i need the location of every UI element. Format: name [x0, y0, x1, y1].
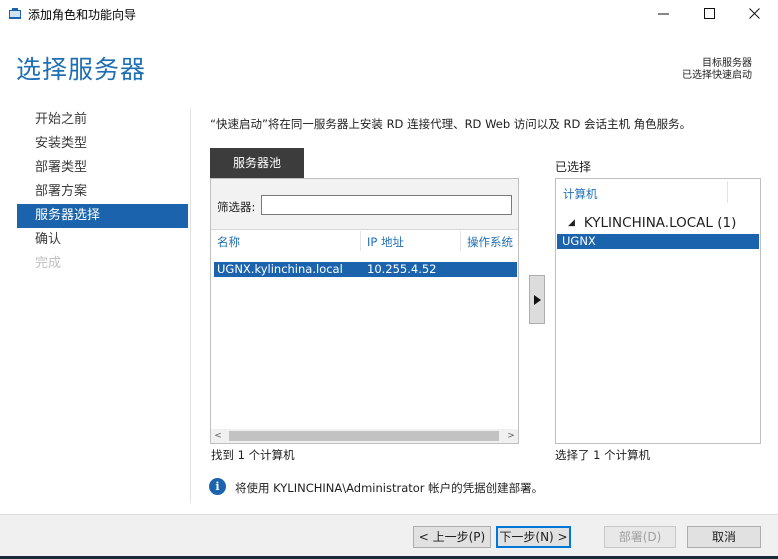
- scroll-left-icon[interactable]: <: [211, 429, 225, 443]
- column-header-computer[interactable]: 计算机: [563, 186, 598, 202]
- group-header[interactable]: ◢ KYLINCHINA.LOCAL (1): [568, 215, 736, 231]
- maximize-button[interactable]: [687, 0, 733, 28]
- cell-server-name: UGNX.kylinchina.local: [217, 262, 343, 276]
- wizard-nav: 开始之前 安装类型 部署类型 部署方案 服务器选择 确认 完成: [17, 108, 188, 276]
- scrollbar-thumb[interactable]: [229, 431, 499, 441]
- table-row[interactable]: UGNX.kylinchina.local 10.255.4.52: [214, 262, 517, 277]
- column-header-name[interactable]: 名称: [217, 234, 240, 250]
- nav-item-installation-type[interactable]: 安装类型: [17, 132, 188, 156]
- server-manager-icon: [9, 8, 21, 19]
- list-item[interactable]: UGNX: [557, 234, 759, 249]
- page-title: 选择服务器: [16, 55, 147, 84]
- column-divider[interactable]: [460, 231, 461, 251]
- filter-label: 筛选器:: [217, 200, 256, 214]
- play-right-icon: [534, 295, 541, 305]
- collapse-triangle-icon[interactable]: ◢: [568, 218, 575, 228]
- add-server-button[interactable]: [529, 275, 545, 324]
- tab-server-pool[interactable]: 服务器池: [210, 148, 304, 178]
- close-button[interactable]: [732, 0, 778, 28]
- page-description: “快速启动”将在同一服务器上安装 RD 连接代理、RD Web 访问以及 RD …: [210, 117, 692, 131]
- column-divider[interactable]: [360, 231, 361, 251]
- nav-item-deployment-type[interactable]: 部署类型: [17, 156, 188, 180]
- found-count: 找到 1 个计算机: [211, 448, 295, 462]
- selected-label: 已选择: [555, 160, 592, 174]
- target-server-value: 已选择快速启动: [682, 70, 752, 81]
- info-message: 将使用 KYLINCHINA\Administrator 帐户的凭据创建部署。: [235, 481, 544, 495]
- filter-bar: 筛选器:: [211, 179, 518, 230]
- selected-list: 计算机 ◢ KYLINCHINA.LOCAL (1) UGNX: [555, 178, 761, 444]
- nav-item-before-you-begin[interactable]: 开始之前: [17, 108, 188, 132]
- selected-count: 选择了 1 个计算机: [555, 448, 651, 462]
- previous-button[interactable]: < 上一步(P): [413, 526, 491, 548]
- footer-bar: < 上一步(P) 下一步(N) > 部署(D) 取消: [0, 514, 778, 559]
- title-bar: 添加角色和功能向导: [0, 0, 778, 28]
- cell-ip-address: 10.255.4.52: [367, 262, 437, 276]
- nav-item-completion: 完成: [35, 256, 62, 271]
- cancel-button[interactable]: 取消: [687, 526, 761, 548]
- minimize-button[interactable]: [641, 0, 687, 28]
- maximize-icon: [704, 8, 715, 19]
- window-title: 添加角色和功能向导: [28, 8, 137, 22]
- filter-input[interactable]: [261, 195, 512, 215]
- info-icon: i: [209, 478, 226, 495]
- column-divider[interactable]: [727, 181, 728, 203]
- nav-item-deployment-scenario[interactable]: 部署方案: [17, 180, 188, 204]
- server-pool-list: 筛选器: 名称 IP 地址 操作系统 UGNX.kylinchina.local…: [210, 178, 519, 444]
- next-button[interactable]: 下一步(N) >: [496, 526, 571, 548]
- horizontal-scrollbar[interactable]: < >: [211, 429, 518, 443]
- group-label: KYLINCHINA.LOCAL (1): [583, 215, 737, 231]
- nav-item-confirmation[interactable]: 确认: [17, 228, 188, 252]
- scroll-right-icon[interactable]: >: [504, 429, 518, 443]
- column-header-ip[interactable]: IP 地址: [367, 234, 404, 250]
- deploy-button: 部署(D): [604, 526, 676, 548]
- nav-item-server-selection[interactable]: 服务器选择: [17, 204, 188, 228]
- nav-divider: [190, 108, 191, 503]
- column-header-os[interactable]: 操作系统: [467, 234, 513, 250]
- minimize-icon: [658, 13, 669, 15]
- close-icon: [749, 8, 760, 19]
